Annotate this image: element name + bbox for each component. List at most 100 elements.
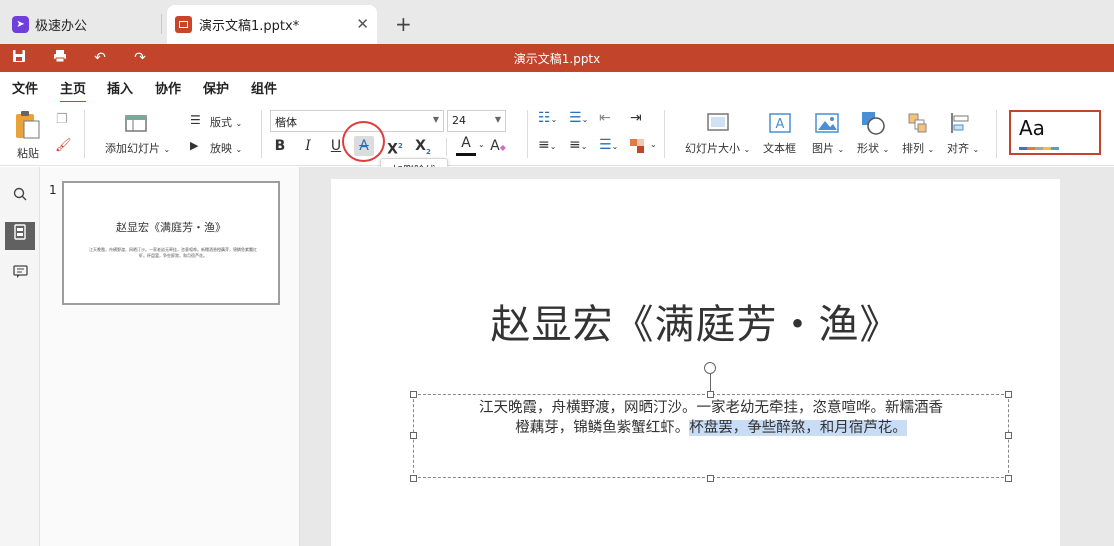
resize-handle[interactable] (410, 475, 417, 482)
document-title: 演示文稿1.pptx (513, 52, 601, 66)
shape-button[interactable]: 形状 ⌄ (857, 140, 889, 156)
body-text-plain: 橙藕芽，锦鳞鱼紫蟹红虾。 (515, 420, 690, 436)
chevron-down-icon[interactable]: ⌄ (650, 140, 657, 149)
resize-handle[interactable] (1005, 432, 1012, 439)
thumbnail-body: 江天晚霞，舟横野渡，网晒汀沙。一家老幼无牵挂，恣意喧哗。新糯酒香橙藕芽，锦鳞鱼紫… (89, 247, 257, 258)
slide-body-text[interactable]: 江天晚霞，舟横野渡，网晒汀沙。一家老幼无牵挂，恣意喧哗。新糯酒香 橙藕芽，锦鳞鱼… (416, 398, 1006, 438)
play-button[interactable]: 放映 ⌄ (210, 140, 242, 156)
resize-handle[interactable] (707, 475, 714, 482)
thumbnail-title: 赵显宏《满庭芳・渔》 (116, 221, 226, 234)
shape-fill-icon[interactable] (630, 139, 644, 156)
tab-divider (161, 14, 162, 34)
picture-button[interactable]: 图片 ⌄ (812, 140, 844, 156)
superscript-label: X (387, 141, 398, 158)
theme-color-strip (1019, 147, 1059, 150)
resize-handle[interactable] (707, 391, 714, 398)
rotate-handle[interactable] (704, 362, 716, 374)
copy-icon[interactable]: ❐ (56, 112, 68, 127)
textbox-icon[interactable]: A (769, 113, 791, 136)
align-center-icon[interactable]: ≡⌄ (538, 137, 556, 153)
shape-icon[interactable] (861, 111, 885, 138)
ribbon-toolbar: 粘贴 ❐ 🖌 添加幻灯片 ⌄ ☰ 版式 ⌄ ▶ 放映 ⌄ 楷体 ▼ 24 ▼ B… (0, 102, 1114, 166)
add-slide-label: 添加幻灯片 (105, 142, 160, 155)
tab-document-label: 演示文稿1.pptx* (199, 19, 300, 34)
italic-button[interactable]: I (298, 136, 318, 156)
close-icon[interactable]: ✕ (356, 15, 369, 33)
chevron-down-icon: ▼ (432, 115, 439, 124)
superscript-button[interactable]: X2 (385, 136, 405, 158)
left-toolbar (0, 167, 40, 546)
line-spacing-icon[interactable]: ≡⌄ (569, 137, 587, 153)
resize-handle[interactable] (410, 391, 417, 398)
slide-number: 1 (49, 183, 57, 197)
menu-file[interactable]: 文件 (12, 78, 38, 97)
picture-label: 图片 (812, 142, 834, 155)
bold-button[interactable]: B (270, 136, 290, 156)
paste-icon[interactable] (14, 110, 42, 143)
subscript-button[interactable]: X2 (413, 136, 433, 156)
arrange-label: 排列 (902, 142, 924, 155)
subscript-label: X (415, 138, 426, 154)
menu-protect[interactable]: 保护 (203, 78, 229, 97)
divider (84, 110, 85, 158)
theme-preview[interactable]: Aa (1009, 110, 1101, 155)
align-icon[interactable] (950, 112, 972, 137)
menu-collaborate[interactable]: 协作 (155, 78, 181, 97)
selected-text[interactable]: 杯盘罢，争些醉煞，和月宿芦花。 (689, 420, 907, 436)
play-label: 放映 (210, 142, 232, 155)
slide-size-icon[interactable] (707, 113, 729, 134)
slide-size-label: 幻灯片大小 (685, 142, 740, 155)
play-icon[interactable]: ▶ (190, 139, 198, 152)
menu-bar: 文件 主页 插入 协作 保护 组件 (0, 72, 1114, 103)
add-slide-icon[interactable] (125, 113, 149, 136)
paste-button[interactable]: 粘贴 (17, 145, 39, 161)
layout-icon[interactable]: ☰ (190, 113, 201, 127)
format-painter-icon[interactable]: 🖌 (55, 138, 72, 153)
slide[interactable] (331, 179, 1060, 546)
arrange-button[interactable]: 排列 ⌄ (902, 140, 934, 156)
chevron-down-icon[interactable]: ⌄ (478, 140, 485, 149)
align-label: 对齐 (947, 142, 969, 155)
align-button[interactable]: 对齐 ⌄ (947, 140, 979, 156)
font-size-value: 24 (452, 114, 466, 127)
chevron-down-icon: ▼ (494, 115, 501, 124)
bullet-list-icon[interactable]: ☷⌄ (538, 110, 557, 126)
menu-insert[interactable]: 插入 (107, 78, 133, 97)
arrange-icon[interactable] (907, 112, 929, 137)
numbered-list-icon[interactable]: ☰⌄ (569, 110, 588, 126)
layout-label: 版式 (210, 116, 232, 129)
decrease-indent-icon[interactable]: ⇤ (599, 110, 611, 126)
slide-thumbnail[interactable]: 赵显宏《满庭芳・渔》 江天晚霞，舟横野渡，网晒汀沙。一家老幼无牵挂，恣意喧哗。新… (62, 181, 280, 305)
body-line-1: 江天晚霞，舟横野渡，网晒汀沙。一家老幼无牵挂，恣意喧哗。新糯酒香 (479, 400, 943, 416)
textbox-button[interactable]: 文本框 (763, 140, 796, 156)
new-tab-button[interactable]: + (395, 12, 412, 36)
picture-icon[interactable] (815, 113, 839, 136)
menu-components[interactable]: 组件 (251, 78, 277, 97)
paragraph-list-icon[interactable]: ☰⌄ (599, 137, 618, 153)
clear-format-icon[interactable]: A◆ (488, 136, 508, 156)
increase-indent-icon[interactable]: ⇥ (630, 110, 642, 126)
tab-app-label: 极速办公 (35, 19, 88, 34)
tab-app-home[interactable]: ➤ 极速办公 (0, 5, 160, 44)
font-color-button[interactable]: A (456, 135, 476, 156)
rocket-icon: ➤ (12, 16, 29, 33)
add-slide-button[interactable]: 添加幻灯片 ⌄ (105, 140, 170, 156)
svg-text:A: A (776, 117, 785, 132)
menu-home[interactable]: 主页 (60, 78, 87, 103)
resize-handle[interactable] (1005, 391, 1012, 398)
slide-size-button[interactable]: 幻灯片大小 ⌄ (685, 140, 750, 156)
search-icon[interactable] (5, 183, 35, 211)
slides-panel-icon[interactable] (5, 222, 35, 250)
divider (261, 110, 262, 158)
presentation-icon (175, 16, 192, 33)
body-line-2: 橙藕芽，锦鳞鱼紫蟹红虾。杯盘罢，争些醉煞，和月宿芦花。 (416, 418, 1006, 438)
tab-document[interactable]: 演示文稿1.pptx* ✕ (167, 5, 377, 44)
comment-icon[interactable] (5, 261, 35, 289)
theme-preview-label: Aa (1019, 116, 1045, 140)
shape-label: 形状 (857, 142, 879, 155)
resize-handle[interactable] (1005, 475, 1012, 482)
font-size-select[interactable]: 24 ▼ (447, 110, 506, 132)
divider (996, 110, 997, 158)
slide-title[interactable]: 赵显宏《满庭芳・渔》 (331, 292, 1060, 350)
layout-button[interactable]: 版式 ⌄ (210, 114, 242, 130)
